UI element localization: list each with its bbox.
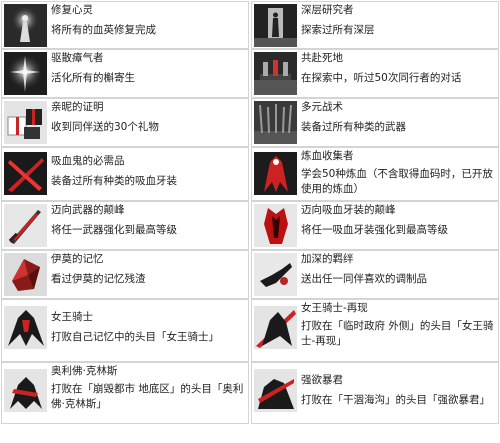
achievement-desc: 收到同伴送的30个礼物: [51, 121, 159, 133]
achievement-title: 迈向武器的颠峰: [51, 204, 125, 216]
crossed-blades-icon: [4, 152, 47, 195]
red-warrior-icon: [4, 369, 47, 412]
achievement-title: 深层研究者: [301, 4, 354, 16]
achievement-item: 多元战术装备过所有种类的武器: [251, 98, 499, 147]
companions-stairs-icon: [254, 52, 297, 95]
achievement-desc: 打败在「临时政府 外侧」的头目「女王骑士-再现」: [301, 320, 494, 347]
reaching-hand-icon: [254, 253, 297, 296]
achievement-desc: 看过伊莫的记忆残渣: [51, 273, 146, 285]
achievement-item: 吸血鬼的必需品装备过所有种类的吸血牙装: [1, 147, 249, 201]
achievement-title: 奥利佛·克林斯: [51, 365, 118, 377]
light-burst-icon: [4, 52, 47, 95]
sword-icon: [4, 204, 47, 247]
achievement-title: 女王骑士: [51, 311, 93, 323]
achievement-desc: 在探索中，听过50次同行者的对话: [301, 72, 462, 84]
achievement-item: 共赴死地在探索中，听过50次同行者的对话: [251, 49, 499, 98]
achievement-desc: 打败在「崩毁都市 地底区」的头目「奥利佛·克林斯」: [51, 383, 244, 410]
achievement-title: 驱散瘴气者: [51, 52, 104, 64]
achievement-item: 炼血收集者学会50种炼血（不含取得血码时，已开放使用的炼血）: [251, 147, 499, 201]
achievement-item: 加深的羁绊送出任一同伴喜欢的调制品: [251, 250, 499, 299]
achievement-title: 强欲暴君: [301, 374, 343, 386]
armor-icon: [254, 204, 297, 247]
achievement-item: 驱散瘴气者活化所有的槲寄生: [1, 49, 249, 98]
achievement-title: 亲昵的证明: [51, 101, 104, 113]
achievement-title: 吸血鬼的必需品: [51, 155, 125, 167]
achievement-item: 女王骑士-再现打败在「临时政府 外侧」的头目「女王骑士-再现」: [251, 299, 499, 362]
achievement-title: 多元战术: [301, 101, 343, 113]
achievement-item: 强欲暴君打败在「干涸海沟」的头目「强欲暴君」: [251, 362, 499, 424]
achievement-desc: 将任一武器强化到最高等级: [51, 224, 177, 236]
achievement-item: 女王骑士打败自己记忆中的头目「女王骑士」: [1, 299, 249, 362]
achievement-title: 加深的羁绊: [301, 253, 354, 265]
achievement-desc: 学会50种炼血（不含取得血码时，已开放使用的炼血）: [301, 168, 493, 195]
achievement-item: 修复心灵将所有的血英修复完成: [1, 1, 249, 49]
weapon-rack-icon: [254, 101, 297, 144]
achievement-title: 女王骑士-再现: [301, 302, 368, 314]
achievement-item: 奥利佛·克林斯打败在「崩毁都市 地底区」的头目「奥利佛·克林斯」: [1, 362, 249, 424]
gift-boxes-icon: [4, 101, 47, 144]
achievement-grid: 修复心灵将所有的血英修复完成 深层研究者探索过所有深层 驱散瘴气者活化所有的槲寄…: [1, 1, 499, 424]
achievement-desc: 送出任一同伴喜欢的调制品: [301, 273, 427, 285]
achievement-item: 迈向吸血牙装的颠峰将任一吸血牙装强化到最高等级: [251, 201, 499, 250]
crystal-shard-icon: [4, 253, 47, 296]
achievement-item: 伊莫的记忆看过伊莫的记忆残渣: [1, 250, 249, 299]
achievement-title: 共赴死地: [301, 52, 343, 64]
dark-doorway-icon: [254, 4, 297, 47]
glowing-figure-icon: [4, 4, 47, 47]
achievement-desc: 装备过所有种类的武器: [301, 121, 406, 133]
achievement-desc: 打败自己记忆中的头目「女王骑士」: [51, 331, 219, 343]
achievement-item: 迈向武器的颠峰将任一武器强化到最高等级: [1, 201, 249, 250]
achievement-desc: 将所有的血英修复完成: [51, 24, 156, 36]
achievement-title: 修复心灵: [51, 4, 93, 16]
achievement-title: 迈向吸血牙装的颠峰: [301, 204, 396, 216]
achievement-desc: 探索过所有深层: [301, 24, 375, 36]
achievement-desc: 装备过所有种类的吸血牙装: [51, 175, 177, 187]
achievement-desc: 将任一吸血牙装强化到最高等级: [301, 224, 448, 236]
achievement-title: 炼血收集者: [301, 150, 354, 162]
queen-knight-icon: [4, 306, 47, 349]
tyrant-icon: [254, 369, 297, 412]
red-figure-icon: [254, 152, 297, 195]
achievement-item: 亲昵的证明收到同伴送的30个礼物: [1, 98, 249, 147]
achievement-item: 深层研究者探索过所有深层: [251, 1, 499, 49]
achievement-title: 伊莫的记忆: [51, 253, 104, 265]
achievement-desc: 活化所有的槲寄生: [51, 72, 135, 84]
queen-knight-icon: [254, 306, 297, 349]
achievement-desc: 打败在「干涸海沟」的头目「强欲暴君」: [301, 394, 490, 406]
